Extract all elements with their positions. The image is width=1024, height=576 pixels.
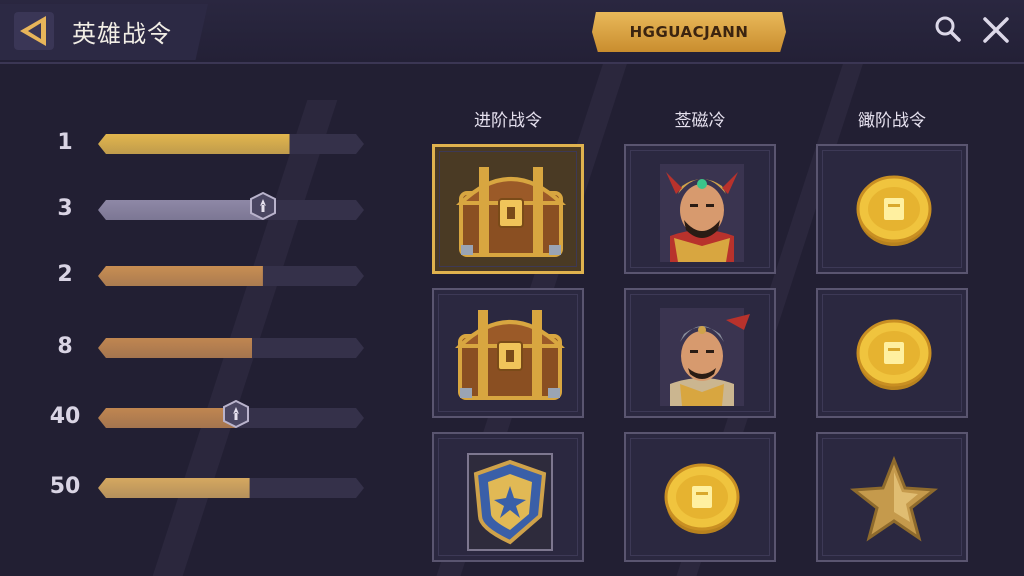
- level-number: 50: [49, 474, 81, 499]
- level-progress-bar: [98, 200, 364, 220]
- gold-coin-icon: [664, 463, 740, 534]
- season-banner-label: HGGUACJANN: [629, 23, 749, 41]
- reward-slot[interactable]: [624, 432, 776, 562]
- level-progress-fill: [98, 200, 263, 220]
- level-progress-bar: [98, 134, 364, 154]
- reward-slot[interactable]: [432, 288, 584, 418]
- reward-slot[interactable]: [816, 288, 968, 418]
- top-bar: 英雄战令 HGGUACJANN: [0, 0, 1024, 64]
- level-number: 3: [57, 196, 73, 221]
- reward-slot[interactable]: [432, 432, 584, 562]
- hero-portrait-warlord-icon: [660, 164, 744, 262]
- level-progress-fill: [98, 408, 237, 428]
- level-row: 40: [0, 400, 380, 434]
- level-row: 2: [0, 262, 380, 292]
- rank-badge-icon: [249, 192, 276, 220]
- reward-slot[interactable]: [624, 288, 776, 418]
- hero-portrait-general-icon: [660, 308, 750, 406]
- level-progress-bar: [98, 478, 364, 498]
- level-progress-bar: [98, 338, 364, 358]
- treasure-chest-icon: [455, 310, 565, 400]
- season-banner-button[interactable]: HGGUACJANN: [592, 12, 786, 52]
- close-button[interactable]: [976, 10, 1016, 50]
- reward-slot[interactable]: [624, 144, 776, 274]
- level-progress-fill: [98, 266, 263, 286]
- column-header-advanced: 进阶战令: [474, 111, 542, 131]
- reward-slot[interactable]: [816, 432, 968, 562]
- treasure-chest-icon: [456, 167, 566, 257]
- level-row: 1: [0, 130, 380, 160]
- level-progress-bar: [98, 266, 364, 286]
- level-row: 8: [0, 334, 380, 364]
- gold-coin-icon: [856, 175, 932, 246]
- column-header-premium: 豃阶战令: [858, 111, 926, 131]
- level-number: 2: [57, 262, 73, 287]
- shield-emblem-icon: [467, 453, 553, 551]
- level-progress-fill: [98, 134, 290, 154]
- reward-slot[interactable]: [816, 144, 968, 274]
- search-icon: [935, 16, 961, 42]
- level-number: 40: [49, 404, 81, 429]
- rank-badge-icon: [223, 400, 250, 428]
- back-arrow-icon: [14, 12, 54, 50]
- bronze-star-icon: [849, 455, 939, 542]
- level-row: 3: [0, 192, 380, 226]
- column-header-hero: 莶磁冷: [674, 111, 726, 131]
- level-progress-fill: [98, 478, 250, 498]
- reward-slot[interactable]: [432, 144, 584, 274]
- page-title: 英雄战令: [72, 20, 172, 48]
- level-progress-fill: [98, 338, 253, 358]
- level-row: 50: [0, 474, 380, 504]
- search-button[interactable]: [928, 10, 968, 50]
- level-number: 1: [57, 130, 73, 155]
- back-button[interactable]: [12, 10, 56, 52]
- gold-coin-icon: [856, 319, 932, 390]
- level-number: 8: [57, 334, 73, 359]
- close-icon: [983, 17, 1009, 43]
